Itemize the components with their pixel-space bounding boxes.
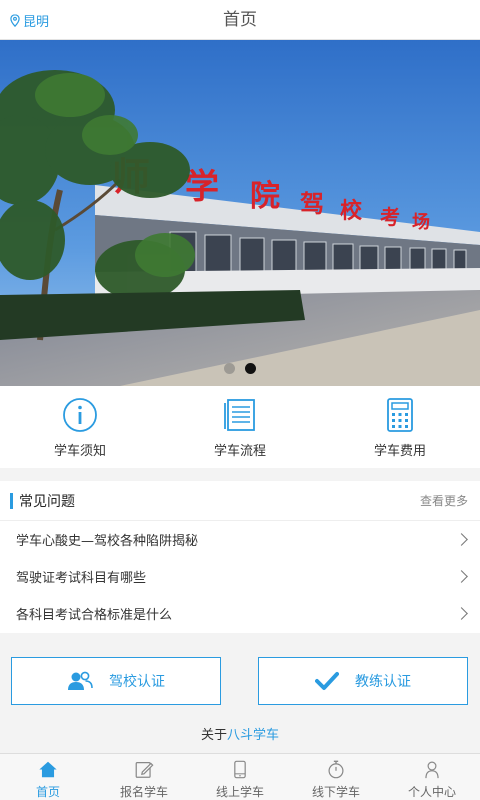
tab-personal-center[interactable]: 个人中心 [384,754,480,800]
phone-icon [234,760,246,779]
svg-text:驾: 驾 [300,190,324,218]
home-icon [39,761,57,778]
tab-label: 线上学车 [215,785,264,799]
quick-item-learning-process[interactable]: 学车流程 [160,386,320,468]
calculator-icon [387,397,413,432]
document-icon [224,398,255,431]
banner-image: 师 学 院 驾 校 考 场 [0,40,480,386]
tab-online-learning[interactable]: 线上学车 [192,754,288,800]
chevron-right-icon [455,607,468,620]
carousel-dot-active[interactable] [245,363,256,374]
tab-label: 报名学车 [119,785,168,799]
edit-icon [135,761,154,778]
bottom-tab-bar: 首页 报名学车 线上学车 线下学车 个人中心 [0,753,480,800]
tab-label: 线下学车 [311,785,360,799]
coach-certification-button[interactable]: 教练认证 [258,657,468,705]
person-icon [425,761,439,779]
top-header: 昆明 首页 [0,0,480,40]
about-prefix: 关于 [200,728,227,743]
carousel-indicator [0,363,480,374]
faq-item-text: 各科目考试合格标准是什么 [16,608,173,623]
faq-title-wrap: 常见问题 [10,491,75,511]
tab-label: 首页 [35,785,60,799]
svg-text:考: 考 [380,205,400,229]
about-line: 关于八斗学车 [0,724,480,743]
faq-item[interactable]: 驾驶证考试科目有哪些 [0,558,480,595]
school-certification-label: 驾校认证 [109,674,165,690]
quick-item-learning-notice[interactable]: 学车须知 [0,386,160,468]
faq-item-text: 驾驶证考试科目有哪些 [16,571,147,586]
quick-item-learning-fee[interactable]: 学车费用 [320,386,480,468]
users-icon [68,671,93,690]
school-certification-button[interactable]: 驾校认证 [11,657,221,705]
svg-text:校: 校 [340,198,363,224]
faq-item[interactable]: 各科目考试合格标准是什么 [0,595,480,632]
tab-home[interactable]: 首页 [0,754,96,800]
see-more-link[interactable]: 查看更多 [420,492,468,509]
svg-text:院: 院 [250,179,280,214]
chevron-right-icon [455,570,468,583]
tab-enroll[interactable]: 报名学车 [96,754,192,800]
svg-text:学: 学 [185,167,219,207]
tab-label: 个人中心 [407,785,456,799]
faq-section: 常见问题 查看更多 学车心酸史—驾校各种陷阱揭秘 驾驶证考试科目有哪些 各科目考… [0,481,480,633]
info-icon [63,397,97,432]
chevron-right-icon [455,533,468,546]
tab-offline-learning[interactable]: 线下学车 [288,754,384,800]
quick-menu: 学车须知 学车流程 学车费用 [0,386,480,468]
faq-header: 常见问题 查看更多 [0,481,480,521]
certification-buttons: 驾校认证 教练认证 [0,657,480,705]
faq-title: 常见问题 [19,493,75,510]
quick-item-label: 学车流程 [213,443,266,459]
coach-certification-label: 教练认证 [355,674,411,690]
quick-item-label: 学车须知 [53,443,106,459]
check-icon [315,672,339,690]
carousel-dot[interactable] [224,363,235,374]
svg-text:场: 场 [412,212,430,233]
quick-item-label: 学车费用 [373,443,426,459]
section-marker [10,492,13,509]
about-link[interactable]: 八斗学车 [227,728,279,743]
banner-carousel[interactable]: 师 学 院 驾 校 考 场 [0,40,480,386]
faq-item-text: 学车心酸史—驾校各种陷阱揭秘 [16,534,199,549]
stopwatch-icon [328,760,344,779]
faq-item[interactable]: 学车心酸史—驾校各种陷阱揭秘 [0,521,480,558]
page-title: 首页 [223,10,257,30]
